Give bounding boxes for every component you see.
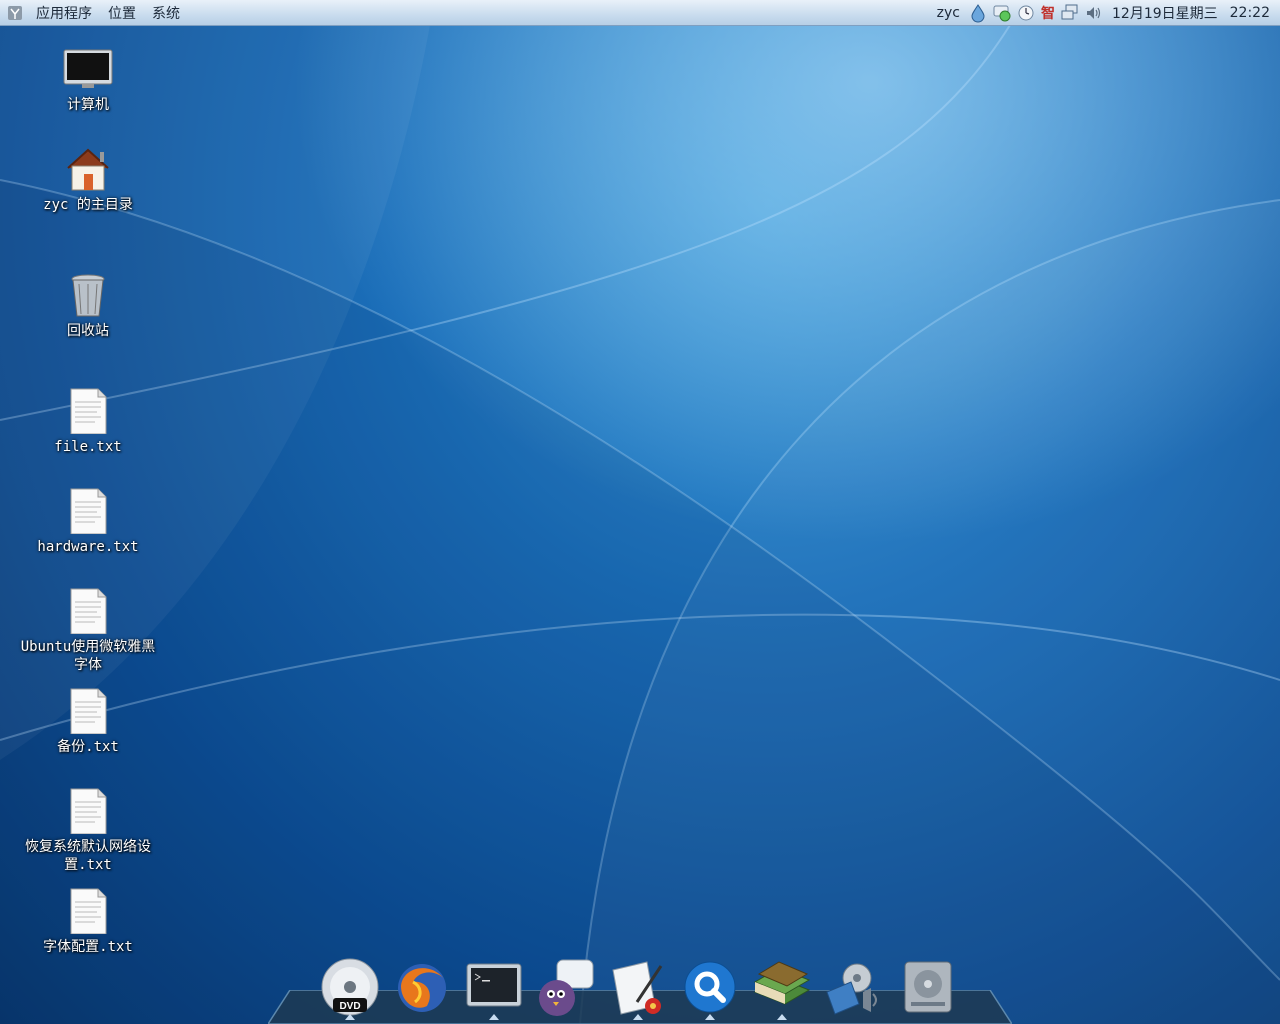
dock-hard-drive[interactable] — [897, 956, 959, 1018]
search-icon — [684, 961, 736, 1013]
desktop-icon-label: 恢复系统默认网络设置.txt — [25, 839, 151, 873]
desktop-icon-label: Ubuntu使用微软雅黑字体 — [20, 639, 156, 673]
desktop-icon-backup-txt[interactable]: 备份.txt — [18, 688, 158, 756]
volume-icon[interactable] — [1084, 3, 1104, 23]
dvd-icon: DVD — [321, 958, 379, 1016]
text-file-icon — [70, 688, 107, 734]
panel-username[interactable]: zyc — [931, 5, 966, 21]
text-file-icon — [70, 888, 107, 934]
desktop-icon-hardware-txt[interactable]: hardware.txt — [18, 488, 158, 556]
desktop-icon-home[interactable]: zyc 的主目录 — [18, 146, 158, 214]
hard-drive-icon — [904, 961, 952, 1013]
dock-dvd[interactable]: DVD — [319, 956, 381, 1018]
dock-search[interactable] — [679, 956, 741, 1018]
network-status-icon[interactable] — [992, 3, 1012, 23]
text-file-icon — [70, 788, 107, 834]
computer-icon — [63, 49, 113, 88]
dock-media-player[interactable] — [823, 956, 885, 1018]
top-panel: 应用程序 位置 系统 zyc 智 12月19日星期三 22:22 — [0, 0, 1280, 26]
dock-browser[interactable] — [391, 956, 453, 1018]
panel-clock[interactable]: 22:22 — [1224, 5, 1280, 21]
menu-system[interactable]: 系统 — [144, 3, 188, 23]
menu-applications[interactable]: 应用程序 — [28, 3, 100, 23]
svg-text:DVD: DVD — [339, 1001, 360, 1012]
text-file-icon — [70, 488, 107, 534]
text-file-icon — [70, 388, 107, 434]
droplet-icon[interactable] — [968, 3, 988, 23]
clock-tray-icon[interactable] — [1016, 3, 1036, 23]
desktop-icon-font-config-txt[interactable]: 字体配置.txt — [18, 888, 158, 956]
running-indicator — [777, 1014, 787, 1020]
desktop-icon-trash[interactable]: 回收站 — [18, 272, 158, 340]
network-computers-icon[interactable] — [1060, 3, 1080, 23]
desktop-icon-label: hardware.txt — [37, 539, 139, 555]
dock-chat[interactable] — [535, 956, 597, 1018]
desktop-icon-label: zyc 的主目录 — [43, 197, 133, 213]
trash-icon — [71, 274, 105, 317]
dock-terminal[interactable] — [463, 956, 525, 1018]
text-editor-icon — [612, 961, 663, 1015]
desktop-wallpaper — [0, 0, 1280, 1024]
desktop-icon-computer[interactable]: 计算机 — [18, 46, 158, 114]
menu-places[interactable]: 位置 — [100, 3, 144, 23]
books-icon — [753, 961, 811, 1005]
desktop-icon-network-reset-txt[interactable]: 恢复系统默认网络设置.txt — [18, 788, 158, 874]
desktop-icon-label: file.txt — [54, 439, 122, 455]
browser-icon — [398, 964, 446, 1012]
desktop-icon-ubuntu-font-doc[interactable]: Ubuntu使用微软雅黑字体 — [18, 588, 158, 674]
desktop-icon-label: 字体配置.txt — [43, 939, 133, 955]
media-player-icon — [826, 963, 877, 1015]
main-menu-logo-icon[interactable] — [6, 4, 24, 22]
dock-text-editor[interactable] — [607, 956, 669, 1018]
panel-date[interactable]: 12月19日星期三 — [1106, 3, 1224, 23]
desktop-icon-file-txt[interactable]: file.txt — [18, 388, 158, 456]
terminal-icon — [466, 963, 522, 1007]
desktop-icon-label: 计算机 — [67, 97, 109, 113]
input-method-indicator[interactable]: 智 — [1038, 3, 1058, 23]
running-indicator — [705, 1014, 715, 1020]
dock-books[interactable] — [751, 956, 813, 1018]
desktop-icon-label: 回收站 — [67, 323, 109, 339]
panel-tray: zyc 智 12月19日星期三 22:22 — [931, 0, 1280, 25]
home-folder-icon — [67, 148, 109, 191]
chat-pidgin-icon — [539, 959, 594, 1016]
running-indicator — [633, 1014, 643, 1020]
running-indicator — [345, 1014, 355, 1020]
text-file-icon — [70, 588, 107, 634]
desktop-icon-label: 备份.txt — [57, 739, 119, 755]
running-indicator — [489, 1014, 499, 1020]
